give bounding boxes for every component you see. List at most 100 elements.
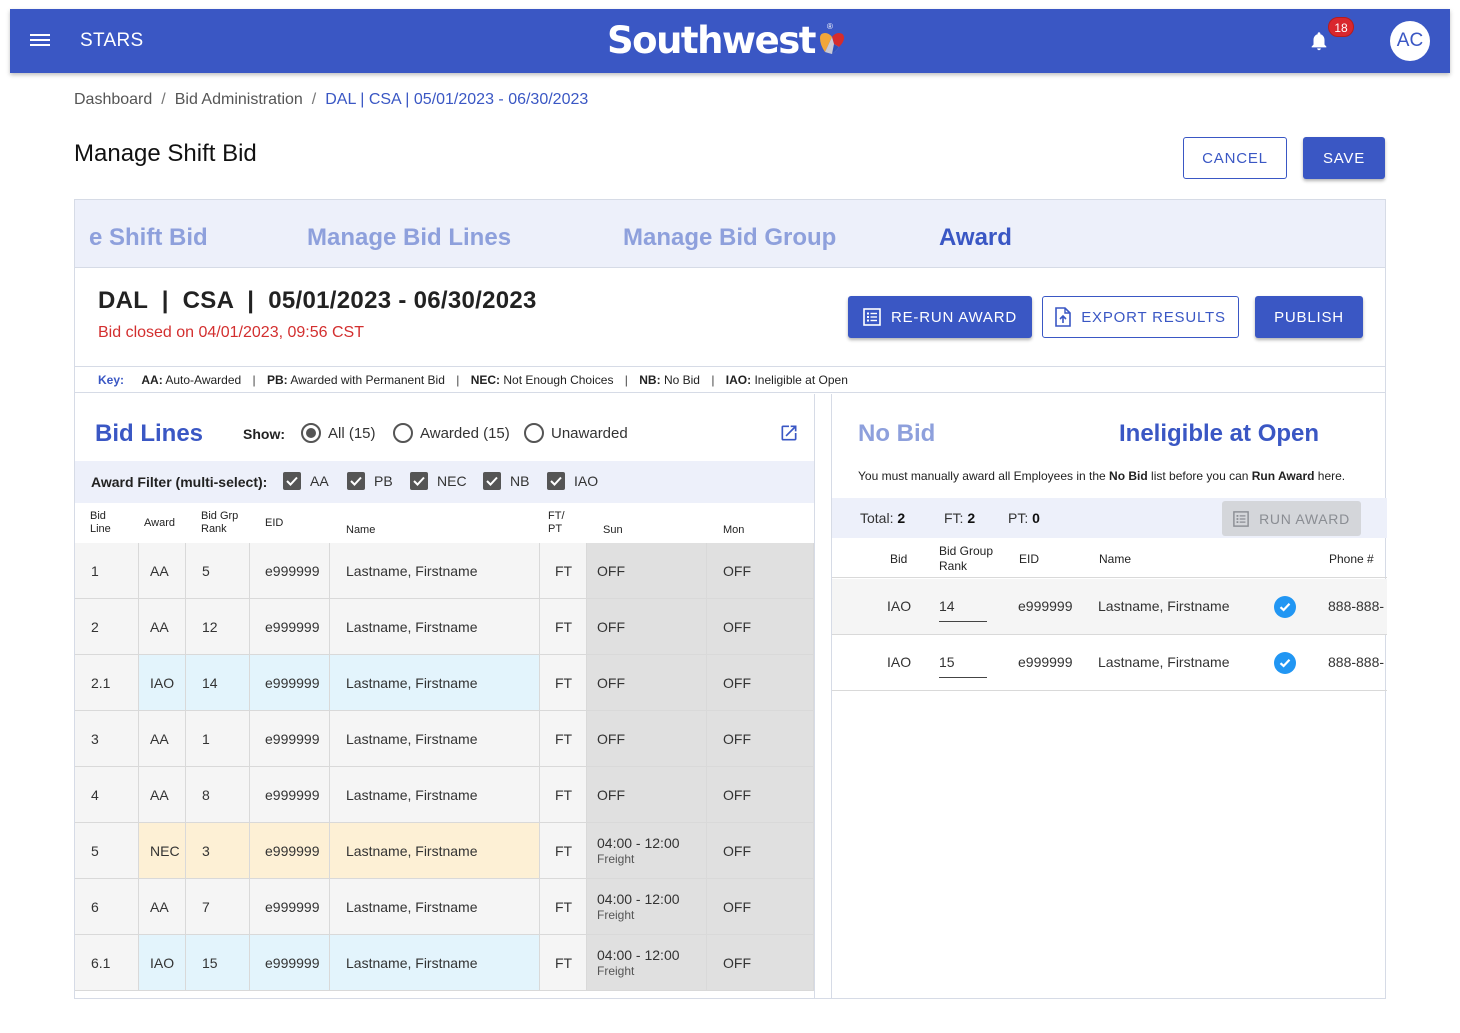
export-results-button[interactable]: EXPORT RESULTS — [1042, 296, 1239, 338]
cell-award: AA — [139, 599, 186, 654]
breadcrumb-bid-administration[interactable]: Bid Administration — [175, 91, 303, 109]
bell-icon[interactable] — [1308, 29, 1330, 53]
cell-phone: 888-888- — [1328, 598, 1385, 614]
cell-value: OFF — [597, 730, 625, 747]
cell-value: OFF — [723, 786, 751, 803]
col-ft-pt[interactable]: FT/ PT — [548, 510, 565, 536]
cell-line: 2 — [75, 599, 139, 654]
radio-awarded[interactable]: Awarded (15) — [393, 423, 510, 443]
key-desc: No Bid — [663, 373, 700, 387]
radio-all[interactable]: All (15) — [301, 423, 376, 443]
cell-ftpt: FT — [540, 711, 587, 766]
checkbox-checked-icon — [410, 472, 428, 490]
table-row[interactable]: 4 AA 8 e999999 Lastname, Firstname FT OFF OFF — [75, 767, 814, 823]
col-bid-grp-rank[interactable]: Bid Grp Rank — [201, 510, 238, 536]
cell-value: Lastname, Firstname — [346, 898, 478, 915]
col-eid[interactable]: EID — [265, 517, 283, 530]
rerun-award-button[interactable]: RE-RUN AWARD — [848, 296, 1032, 338]
table-row[interactable]: 2.1 IAO 14 e999999 Lastname, Firstname FT OFF O… — [75, 655, 814, 711]
cell-value: FT — [555, 954, 573, 971]
legend-key: Key: AA: Auto-Awarded | PB: Awarded with… — [75, 368, 1385, 393]
ft-count: FT: 2 — [944, 510, 976, 526]
table-row[interactable]: IAO 15 e999999 Lastname, Firstname 888-888- — [832, 635, 1387, 691]
col-eid[interactable]: EID — [1019, 552, 1039, 567]
filter-checkbox-nb[interactable]: NB — [483, 472, 529, 490]
col-mon[interactable]: Mon — [723, 524, 744, 537]
cell-value: 04:00 - 12:00 — [597, 835, 680, 851]
tab-manage-bid-group[interactable]: Manage Bid Group — [623, 224, 836, 252]
cell-name: Lastname, Firstname — [330, 599, 540, 654]
cell-value: e999999 — [265, 618, 320, 635]
col-bid-group-rank[interactable]: Bid Group Rank — [939, 544, 993, 574]
col-bid-line[interactable]: Bid Line — [90, 510, 111, 536]
col-phone[interactable]: Phone # — [1329, 552, 1374, 567]
cell-value: OFF — [597, 618, 625, 635]
breadcrumb-separator: / — [311, 91, 317, 108]
cell-mon: OFF — [707, 823, 814, 878]
cell-award: NEC — [139, 823, 186, 878]
cell-name: Lastname, Firstname — [1098, 654, 1230, 670]
file-upload-icon — [1055, 307, 1072, 327]
user-avatar[interactable]: AC — [1390, 21, 1430, 61]
cell-sun: 04:00 - 12:00 Freight — [587, 879, 707, 934]
run-award-button[interactable]: RUN AWARD — [1222, 501, 1361, 536]
table-row[interactable]: 3 AA 1 e999999 Lastname, Firstname FT OFF OFF — [75, 711, 814, 767]
table-row[interactable]: 2 AA 12 e999999 Lastname, Firstname FT OFF OFF — [75, 599, 814, 655]
cell-value: 2.1 — [91, 674, 111, 691]
cell-award: IAO — [139, 935, 186, 990]
tab-award[interactable]: Award — [939, 224, 1012, 252]
radio-unawarded[interactable]: Unawarded — [524, 423, 628, 443]
cell-line: 2.1 — [75, 655, 139, 710]
filter-checkbox-iao[interactable]: IAO — [547, 472, 598, 490]
cell-value: 4 — [91, 786, 99, 803]
tab-manage-shift-bid[interactable]: e Shift Bid — [89, 224, 208, 252]
open-in-new-icon[interactable] — [779, 423, 799, 443]
key-code: NEC: — [470, 373, 501, 387]
cell-value: e999999 — [265, 898, 320, 915]
col-name[interactable]: Name — [1099, 552, 1131, 567]
cell-name: Lastname, Firstname — [330, 655, 540, 710]
col-award[interactable]: Award — [144, 517, 175, 530]
cell-value: OFF — [723, 730, 751, 747]
table-row[interactable]: 5 NEC 3 e999999 Lastname, Firstname FT 04:00 -… — [75, 823, 814, 879]
tab-ineligible-at-open[interactable]: Ineligible at Open — [1119, 420, 1319, 448]
publish-button[interactable]: PUBLISH — [1255, 296, 1363, 338]
bid-group-rank-input[interactable]: 14 — [939, 598, 987, 622]
cell-value: FT — [555, 562, 573, 579]
breadcrumb-dashboard[interactable]: Dashboard — [74, 91, 152, 109]
table-row[interactable]: 1 AA 5 e999999 Lastname, Firstname FT OFF OFF — [75, 543, 814, 599]
bid-header: DAL | CSA | 05/01/2023 - 06/30/2023 Bid … — [75, 268, 1385, 367]
export-results-label: EXPORT RESULTS — [1081, 308, 1226, 326]
cancel-button[interactable]: CANCEL — [1183, 137, 1287, 179]
cell-value: 1 — [202, 730, 210, 747]
save-button[interactable]: SAVE — [1303, 137, 1385, 179]
col-sun[interactable]: Sun — [603, 524, 623, 537]
cell-value: AA — [150, 562, 169, 579]
table-row[interactable]: 6.1 IAO 15 e999999 Lastname, Firstname FT 04:0… — [75, 935, 814, 991]
cell-value: 14 — [202, 674, 218, 691]
cell-mon: OFF — [707, 711, 814, 766]
table-row[interactable]: 6 AA 7 e999999 Lastname, Firstname FT 04:00 - … — [75, 879, 814, 935]
app-name: STARS — [80, 30, 144, 51]
award-panel: e Shift Bid Manage Bid Lines Manage Bid … — [74, 199, 1387, 999]
col-bid[interactable]: Bid — [890, 552, 907, 567]
bid-group-rank-input[interactable]: 15 — [939, 654, 987, 678]
cell-value: AA — [150, 618, 169, 635]
tab-manage-bid-lines[interactable]: Manage Bid Lines — [307, 224, 511, 252]
filter-checkbox-nec[interactable]: NEC — [410, 472, 467, 490]
menu-icon[interactable] — [30, 31, 50, 51]
heart-logo-icon — [819, 33, 844, 54]
cell-rank: 8 — [186, 767, 250, 822]
shift-type: Freight — [597, 908, 635, 922]
table-row[interactable]: IAO 14 e999999 Lastname, Firstname 888-888- — [832, 579, 1387, 635]
breadcrumb: Dashboard / Bid Administration / DAL | C… — [74, 91, 588, 109]
cell-value: Lastname, Firstname — [346, 618, 478, 635]
filter-checkbox-pb[interactable]: PB — [347, 472, 393, 490]
tab-no-bid[interactable]: No Bid — [858, 420, 935, 448]
filter-checkbox-aa[interactable]: AA — [283, 472, 329, 490]
shift-type: Freight — [597, 964, 635, 978]
cell-mon: OFF — [707, 935, 814, 990]
col-name[interactable]: Name — [346, 524, 375, 537]
checkbox-checked-icon — [347, 472, 365, 490]
southwest-logo[interactable]: Southwest ® — [607, 19, 847, 63]
